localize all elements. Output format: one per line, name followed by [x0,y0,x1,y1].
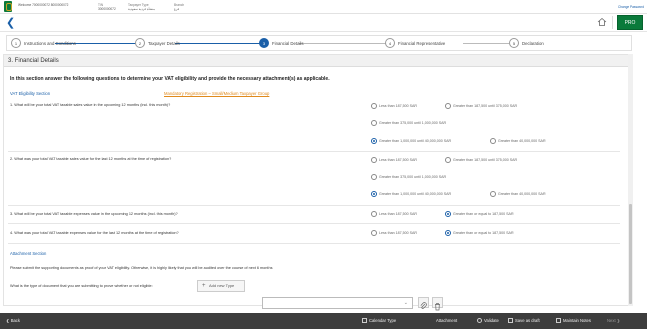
divider [8,243,620,244]
zatca-logo-icon [4,1,12,12]
trash-icon [435,303,440,311]
pro-button[interactable]: PRO [617,15,643,30]
radio-button-selected[interactable] [445,211,451,217]
step-connector [175,43,261,44]
q2-option-3[interactable]: Greater than 375,000 until 1,000,000 SAR [371,174,446,180]
save-draft-button[interactable]: Save as draft [508,318,540,324]
chevron-down-icon: ⌄ [403,300,408,306]
wizard-steps: 1 Instructions and Conditions 2 Taxpayer… [6,35,632,51]
q1-option-2[interactable]: Greater than 187,500 until 375,000 SAR [445,103,517,109]
attachment-instruction: Please submit the supporting documents a… [10,266,273,270]
add-new-type-button[interactable]: + Add new Type [197,280,245,292]
financial-details-panel: 3. Financial Details In this section ans… [3,54,629,306]
next-arrow-icon: ❯ [615,318,621,323]
check-circle-icon [477,318,482,324]
step-label: Financial Representative [398,41,446,46]
q2-option-1[interactable]: Less than 187,500 SAR [371,157,417,163]
question-3-text: 3. What will be your total VAT taxable e… [10,212,178,216]
eligibility-section-label: VAT Eligibility Section [10,91,51,96]
q1-option-3[interactable]: Greater than 375,000 until 1,000,000 SAR [371,120,446,126]
step-label: Taxpayer Details [148,41,180,46]
q1-option-5[interactable]: Greater than 40,000,000 SAR [490,138,546,144]
divider [8,151,620,152]
section-title: 3. Financial Details [4,55,628,67]
top-header: Welcome 7000000072 8000000072 TIN 3000000… [0,0,647,14]
next-button[interactable]: Next ❯ [607,318,620,324]
attachment-button[interactable]: Attachment [436,318,457,324]
tin-field: TIN 3000000072 [98,3,116,11]
radio-button-selected[interactable] [371,138,377,144]
calendar-type-button[interactable]: Calendar Type [362,318,396,324]
maintain-notes-button[interactable]: Maintain Notes [556,318,591,324]
q1-option-1[interactable]: Less than 187,500 SAR [371,103,417,109]
question-1-text: 1. What will be your total VAT taxable s… [10,103,171,107]
divider [8,205,620,206]
welcome-text: Welcome 7000000072 8000000072 [18,3,69,7]
q4-option-1[interactable]: Less than 187,500 SAR [371,230,417,236]
delete-button[interactable] [432,297,443,311]
divider [8,223,620,224]
branch-field: Branch فرع [174,3,185,11]
question-2-text: 2. What was your total VAT taxable sales… [10,157,172,161]
q2-option-5[interactable]: Greater than 40,000,000 SAR [490,191,546,197]
app-toolbar: ❮ PRO [0,14,647,32]
calendar-icon [362,318,367,324]
save-icon [508,318,513,324]
step-number: 4 [385,38,395,48]
q3-option-2[interactable]: Greater than or equal to 187,500 SAR [445,211,514,217]
toolbar-divider [612,16,613,29]
step-connector [463,43,509,44]
step-label: Financial Details [272,41,304,46]
radio-button[interactable] [490,138,496,144]
section-intro: In this section answer the following que… [10,76,330,82]
radio-button[interactable] [371,157,377,163]
q1-option-4[interactable]: Greater than 1,000,000 until 40,000,000 … [371,138,451,144]
plus-icon: + [202,283,206,289]
q2-option-2[interactable]: Greater than 187,500 until 375,000 SAR [445,157,517,163]
radio-button[interactable] [371,211,377,217]
step-number: 3 [259,38,269,48]
back-button[interactable]: ❮ Back [6,318,20,324]
radio-button-selected[interactable] [445,230,451,236]
document-type-question: What is the type of document that you ar… [10,284,153,288]
radio-button[interactable] [490,191,496,197]
home-icon[interactable] [597,17,607,27]
step-label: Declaration [522,41,544,46]
taxpayer-type-field: Taxpayer Type منشأة فردية سعودية [128,3,156,11]
step-label: Instructions and Conditions [24,41,76,46]
question-4-text: 4. What was your total VAT taxable expen… [10,231,179,235]
radio-button[interactable] [371,174,377,180]
attach-button[interactable] [418,297,429,309]
footer-action-bar: ❮ Back Calendar Type Attachment Validate… [0,313,647,329]
step-number: 5 [509,38,519,48]
step-connector [299,43,387,44]
eligibility-status-link[interactable]: Mandatory Registration – Small/Medium Ta… [164,91,269,96]
step-number: 1 [11,38,21,48]
radio-button[interactable] [445,103,451,109]
validate-button[interactable]: Validate [477,318,499,324]
radio-button[interactable] [371,230,377,236]
q3-option-1[interactable]: Less than 187,500 SAR [371,211,417,217]
radio-button[interactable] [371,103,377,109]
radio-button[interactable] [371,120,377,126]
q2-option-4[interactable]: Greater than 1,000,000 until 40,000,000 … [371,191,451,197]
vertical-scrollbar[interactable] [628,54,633,306]
radio-button[interactable] [445,157,451,163]
notes-icon [556,318,561,324]
attachment-section-label: Attachment Section [10,251,47,256]
scrollbar-thumb[interactable] [629,204,632,304]
paperclip-icon [420,302,427,309]
q4-option-2[interactable]: Greater than or equal to 187,500 SAR [445,230,514,236]
change-password-link[interactable]: Change Password [618,5,644,9]
document-type-dropdown[interactable]: ⌄ [262,297,413,309]
step-number: 2 [135,38,145,48]
back-chevron-icon[interactable]: ❮ [6,16,15,29]
radio-button-selected[interactable] [371,191,377,197]
